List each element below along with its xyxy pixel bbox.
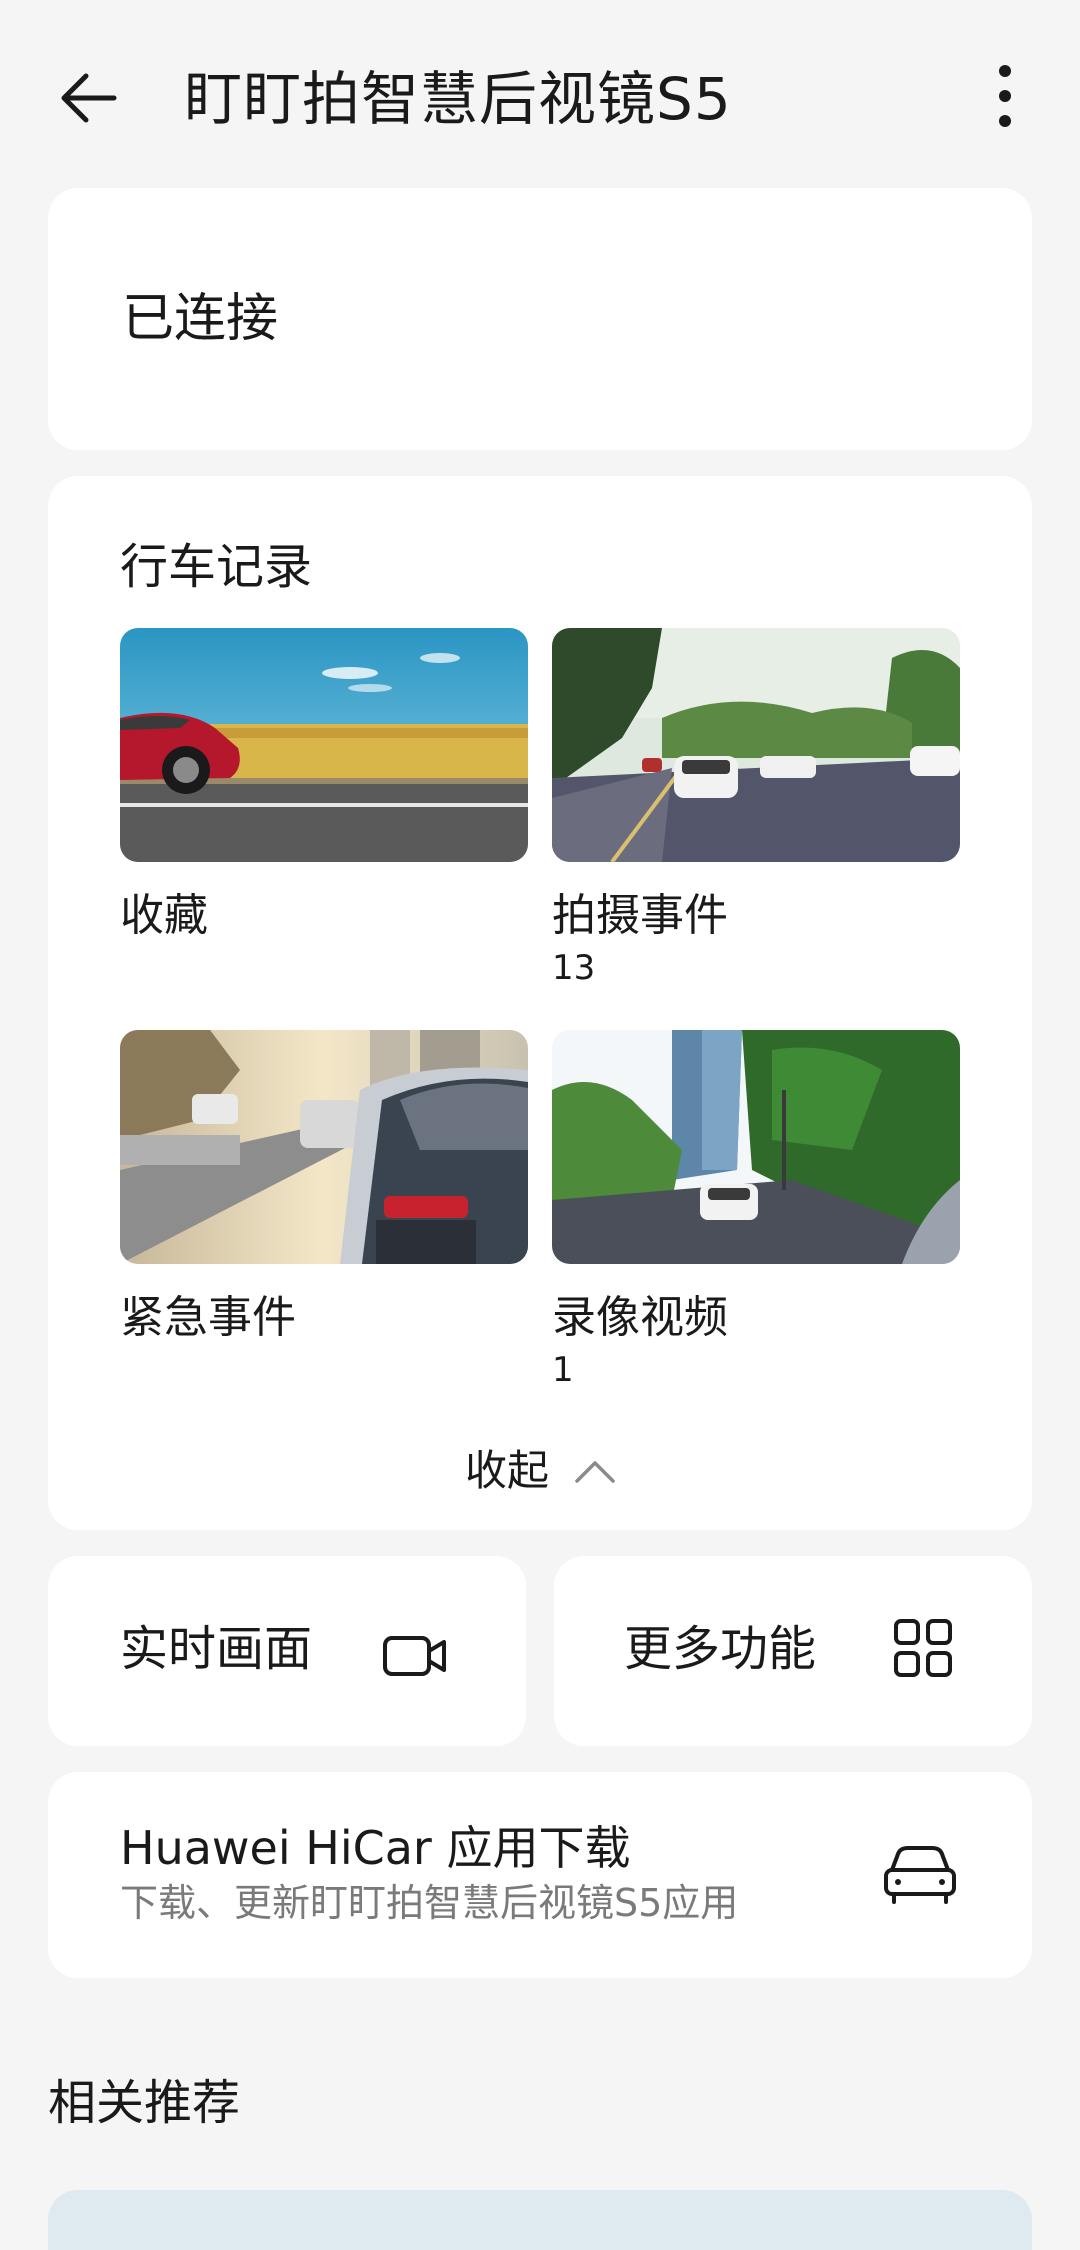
record-tile-emergency-events[interactable]: 紧急事件: [120, 1030, 528, 1346]
app-header: 盯盯拍智慧后视镜S5: [0, 0, 1080, 190]
emergency-events-thumbnail: [120, 1030, 528, 1264]
driving-records-title: 行车记录: [120, 539, 313, 595]
more-vertical-icon: [999, 65, 1011, 127]
collapse-label: 收起: [464, 1446, 549, 1495]
arrow-left-icon: [61, 73, 117, 123]
car-icon: [884, 1846, 956, 1904]
record-tile-label: 拍摄事件: [552, 890, 728, 941]
video-camera-icon: [383, 1636, 446, 1676]
record-tile-count: 13: [552, 948, 596, 988]
captured-events-thumbnail: [552, 628, 960, 862]
record-tile-label: 录像视频: [552, 1292, 728, 1343]
chevron-up-icon: [575, 1461, 615, 1483]
recommendation-card[interactable]: [48, 2190, 1032, 2250]
record-tile-captured-events[interactable]: 拍摄事件 13: [552, 628, 960, 990]
more-functions-label: 更多功能: [624, 1621, 817, 1677]
back-button[interactable]: [48, 58, 128, 138]
connection-status-text: 已连接: [122, 289, 279, 349]
connection-status-card[interactable]: 已连接: [48, 188, 1032, 450]
grid-icon: [894, 1619, 952, 1677]
more-functions-button[interactable]: 更多功能: [554, 1556, 1032, 1746]
recommendations-title: 相关推荐: [48, 2075, 241, 2131]
record-tile-recorded-videos[interactable]: 录像视频 1: [552, 1030, 960, 1392]
driving-records-card: 行车记录 收藏 拍摄事件 13 紧急事件 录像视频 1 收起: [48, 476, 1032, 1530]
collapse-button[interactable]: 收起: [48, 1436, 1032, 1506]
live-view-button[interactable]: 实时画面: [48, 1556, 526, 1746]
page-title: 盯盯拍智慧后视镜S5: [184, 65, 732, 133]
more-options-button[interactable]: [970, 56, 1040, 136]
record-tile-favorites[interactable]: 收藏: [120, 628, 528, 944]
record-tile-count: 1: [552, 1350, 574, 1390]
favorites-thumbnail: [120, 628, 528, 862]
recorded-videos-thumbnail: [552, 1030, 960, 1264]
record-tile-label: 紧急事件: [120, 1292, 296, 1343]
record-tile-label: 收藏: [120, 890, 208, 941]
live-view-label: 实时画面: [120, 1621, 313, 1677]
hicar-title: Huawei HiCar 应用下载: [120, 1821, 631, 1875]
hicar-download-card[interactable]: Huawei HiCar 应用下载 下载、更新盯盯拍智慧后视镜S5应用: [48, 1772, 1032, 1978]
hicar-subtitle: 下载、更新盯盯拍智慧后视镜S5应用: [120, 1881, 739, 1925]
